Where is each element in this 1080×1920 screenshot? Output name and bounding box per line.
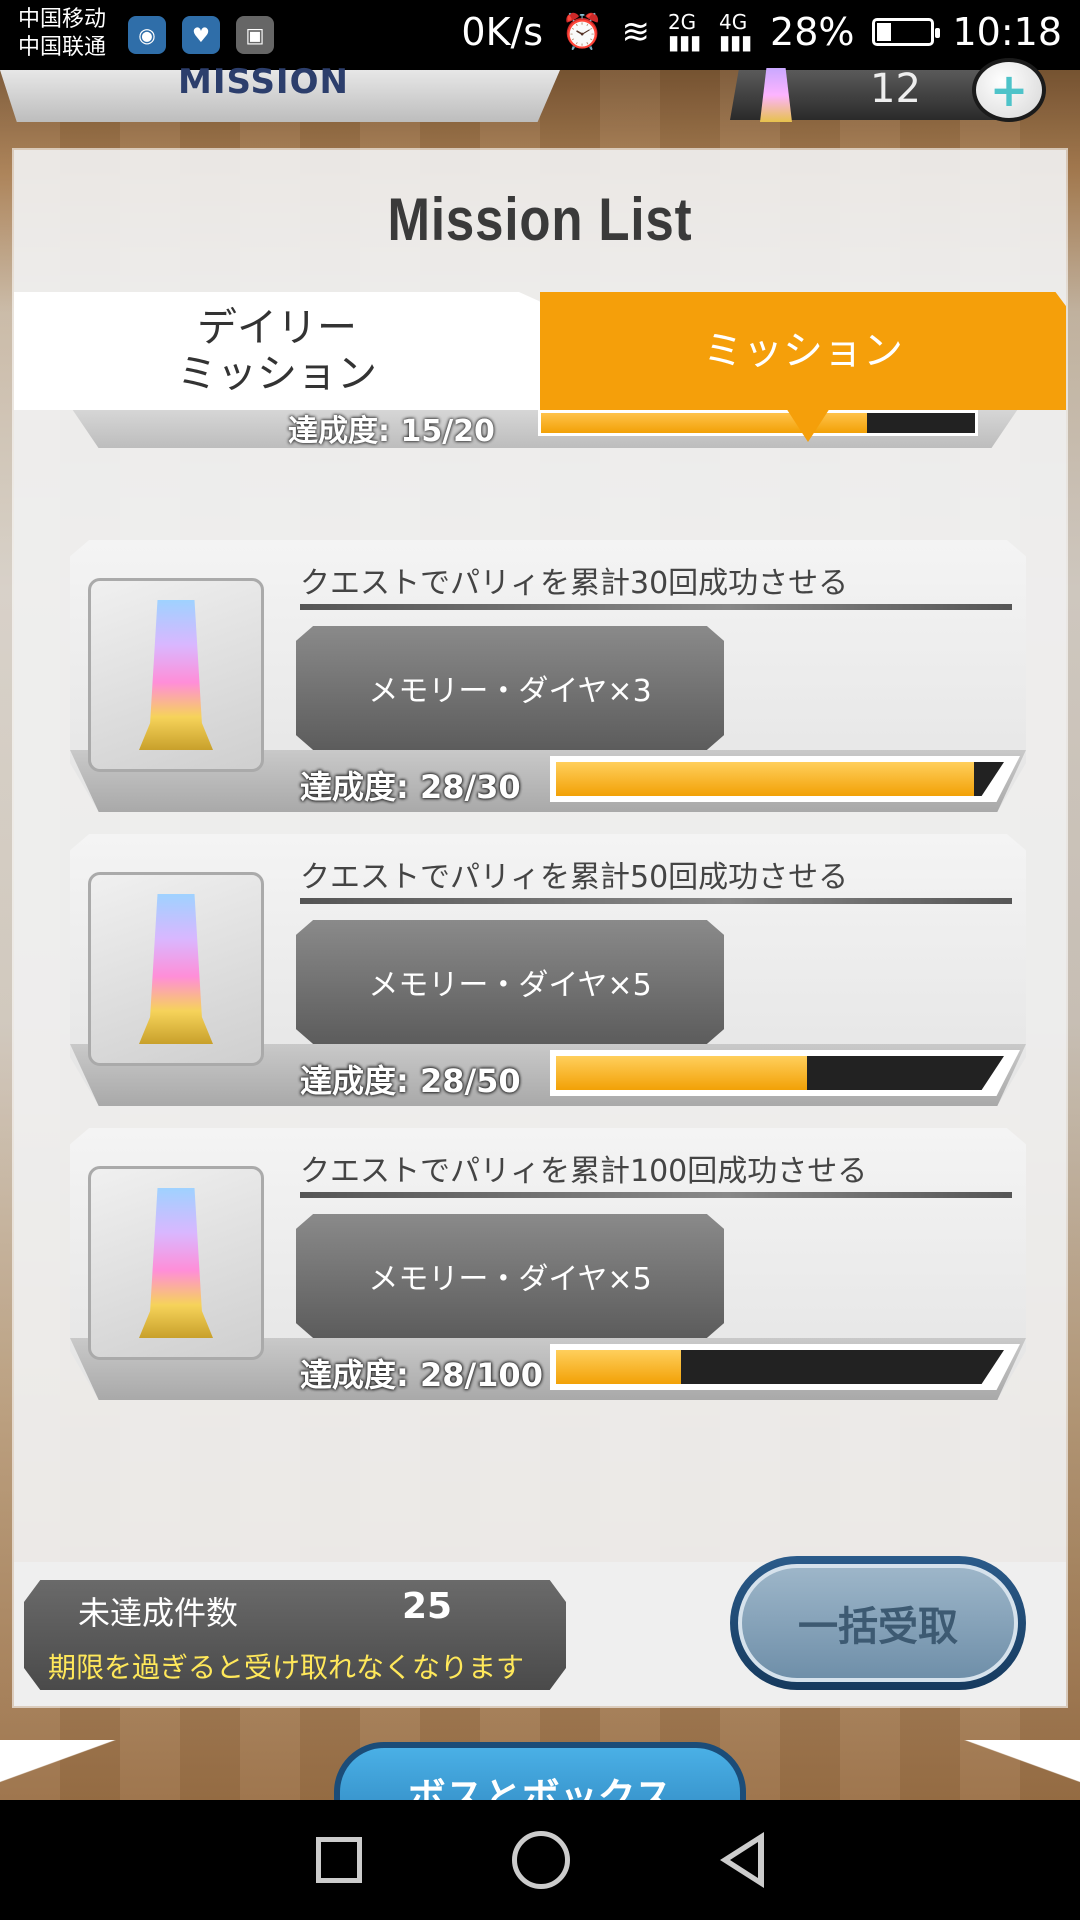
reward-button[interactable]: メモリー・ダイヤ×5 bbox=[296, 920, 724, 1044]
reward-button[interactable]: メモリー・ダイヤ×5 bbox=[296, 1214, 724, 1338]
header-title: MISSION bbox=[178, 62, 349, 102]
claim-all-button[interactable]: 一括受取 bbox=[730, 1556, 1026, 1690]
uncompleted-label: 未達成件数 bbox=[78, 1594, 239, 1632]
tab-daily-mission[interactable]: デイリー ミッション bbox=[14, 292, 540, 410]
notification-icons: ◉ ♥ ▣ bbox=[128, 16, 274, 54]
status-bar: 中国移动 中国联通 ◉ ♥ ▣ 0K/s ⏰ ≋ 2G ▮▮▮ 4G ▮▮▮ 28%… bbox=[0, 0, 1080, 70]
progress-label: 達成度: 28/100 bbox=[300, 1356, 543, 1394]
tab-mission[interactable]: ミッション bbox=[540, 292, 1066, 410]
mission-title: クエストでパリィを累計50回成功させる bbox=[300, 860, 849, 895]
health-icon: ♥ bbox=[182, 16, 220, 54]
mission-card[interactable]: クエストでパリィを累計100回成功させる メモリー・ダイヤ×5 達成度: 28/… bbox=[70, 1128, 1026, 1400]
progress-bar bbox=[550, 756, 1020, 802]
carrier-info: 中国移动 中国联通 bbox=[18, 6, 106, 62]
uncompleted-count: 25 bbox=[402, 1586, 453, 1627]
status-right: 0K/s ⏰ ≋ 2G ▮▮▮ 4G ▮▮▮ 28% 10:18 bbox=[461, 10, 1062, 54]
browser-icon: ◉ bbox=[128, 16, 166, 54]
carrier-2: 中国联通 bbox=[18, 35, 107, 60]
progress-bar bbox=[550, 1344, 1020, 1390]
gallery-icon: ▣ bbox=[236, 16, 274, 54]
clock: 10:18 bbox=[952, 10, 1062, 54]
system-nav-bar bbox=[0, 1800, 1080, 1920]
memory-diamond-icon bbox=[139, 1188, 213, 1338]
mission-list[interactable]: 達成度: 15/20 クエストでパリィを累計30回成功させる メモリー・ダイヤ×… bbox=[14, 410, 1066, 1560]
recent-apps-icon[interactable] bbox=[316, 1837, 362, 1883]
mission-card[interactable]: クエストでパリィを累計50回成功させる メモリー・ダイヤ×5 達成度: 28/5… bbox=[70, 834, 1026, 1106]
battery-percent: 28% bbox=[770, 10, 855, 54]
reward-item-frame bbox=[88, 872, 264, 1066]
progress-label: 達成度: 28/30 bbox=[300, 768, 521, 806]
divider bbox=[300, 604, 1012, 610]
decor bbox=[0, 1740, 120, 1800]
alarm-icon: ⏰ bbox=[561, 12, 604, 52]
memory-diamond-icon bbox=[139, 894, 213, 1044]
mission-card[interactable]: クエストでパリィを累計30回成功させる メモリー・ダイヤ×3 達成度: 28/3… bbox=[70, 540, 1026, 812]
home-icon[interactable] bbox=[512, 1831, 570, 1889]
tab-daily-label: デイリー ミッション bbox=[177, 305, 377, 397]
progress-label: 達成度: 15/20 bbox=[288, 414, 495, 449]
memory-diamond-icon bbox=[139, 600, 213, 750]
claim-all-label: 一括受取 bbox=[738, 1564, 1018, 1682]
reward-button[interactable]: メモリー・ダイヤ×3 bbox=[296, 626, 724, 750]
progress-bar bbox=[538, 410, 978, 436]
carrier-1: 中国移动 bbox=[18, 7, 107, 32]
expiry-note: 期限を過ぎると受け取れなくなります bbox=[48, 1651, 525, 1684]
reward-item-frame bbox=[88, 578, 264, 772]
tab-mission-label: ミッション bbox=[703, 328, 903, 374]
mission-title: クエストでパリィを累計100回成功させる bbox=[300, 1154, 868, 1189]
signal-4g-icon: 4G ▮▮▮ bbox=[718, 10, 753, 54]
gem-count: 12 bbox=[870, 66, 921, 112]
net-speed: 0K/s bbox=[461, 10, 544, 54]
divider bbox=[300, 1192, 1012, 1198]
mission-title: クエストでパリィを累計30回成功させる bbox=[300, 566, 849, 601]
divider bbox=[300, 898, 1012, 904]
decor bbox=[960, 1740, 1080, 1800]
battery-icon bbox=[872, 18, 941, 46]
add-gems-button[interactable]: + bbox=[972, 58, 1046, 122]
reward-item-frame bbox=[88, 1166, 264, 1360]
progress-bar bbox=[550, 1050, 1020, 1096]
wifi-icon: ≋ bbox=[621, 12, 650, 52]
plus-icon: + bbox=[989, 63, 1029, 117]
back-icon[interactable] bbox=[720, 1832, 764, 1888]
signal-2g-icon: 2G ▮▮▮ bbox=[667, 10, 701, 54]
panel-title: Mission List bbox=[387, 186, 693, 253]
tab-pointer bbox=[786, 408, 830, 442]
progress-label: 達成度: 28/50 bbox=[300, 1062, 521, 1100]
